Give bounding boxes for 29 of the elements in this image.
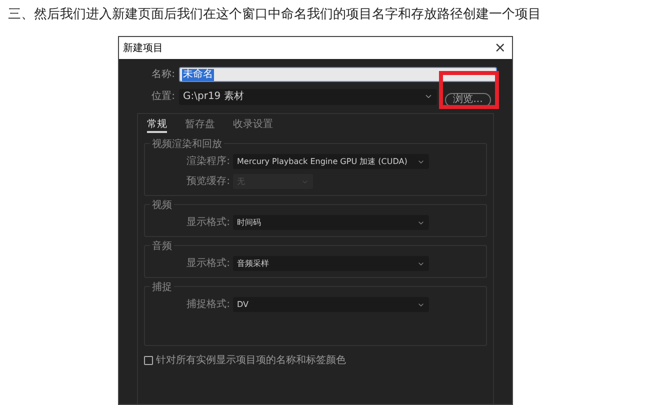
name-input-field[interactable]: 未命名: [179, 67, 497, 82]
input-value: 未命名: [182, 68, 214, 80]
tab[interactable]: 收录设置: [233, 117, 273, 133]
tab[interactable]: 常规: [147, 117, 167, 133]
location-dropdown[interactable]: G:\pr19 素材: [179, 88, 437, 104]
chevron-down-icon: [424, 92, 433, 101]
tab[interactable]: 暂存盘: [185, 117, 215, 133]
dropdown[interactable]: Mercury Playback Engine GPU 加速 (CUDA): [233, 154, 429, 169]
field-label: 显示格式:: [186, 256, 231, 271]
field-label: 位置:: [150, 90, 176, 104]
dropdown[interactable]: 音频采样: [233, 256, 429, 271]
dropdown-value: DV: [237, 298, 248, 310]
checkbox[interactable]: [144, 356, 153, 365]
dropdown-value: 音频采样: [237, 258, 269, 270]
field-label: 名称:: [150, 68, 176, 82]
dropdown-value: G:\pr19 素材: [183, 90, 244, 104]
field-label: 渲染程序:: [186, 154, 231, 169]
field-label: 捕捉格式:: [186, 298, 231, 312]
dropdown[interactable]: 时间码: [233, 215, 429, 230]
dropdown[interactable]: DV: [233, 297, 429, 312]
browse-button[interactable]: 浏览...: [445, 92, 491, 106]
field-label: 预览缓存:: [186, 174, 231, 189]
dropdown-value: 时间码: [237, 216, 261, 228]
dropdown-value: Mercury Playback Engine GPU 加速 (CUDA): [237, 156, 408, 168]
field-label: 显示格式:: [186, 216, 231, 230]
article-heading: 三、然后我们进入新建页面后我们在这个窗口中命名我们的项目名字和存放路径创建一个项目: [8, 6, 541, 24]
checkbox-label: 针对所有实例显示项目项的名称和标签颜色: [156, 354, 346, 368]
close-button[interactable]: ×: [492, 41, 508, 55]
window-title: 新建项目: [123, 42, 163, 56]
